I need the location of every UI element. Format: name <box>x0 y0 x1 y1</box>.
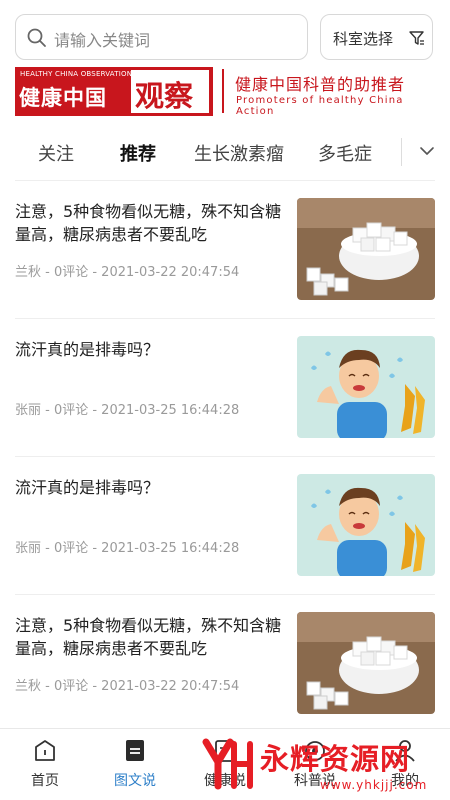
sugar-cubes-image[interactable] <box>297 612 435 714</box>
article-card[interactable]: 注意，5种食物看似无糖，殊不知含糖量高，糖尿病患者不要乱吃 兰秋 - 0评论 -… <box>0 180 450 318</box>
watermark-text: 永辉资源网 <box>260 742 411 776</box>
sugar-cubes-image[interactable] <box>297 198 435 300</box>
article-title[interactable]: 流汗真的是排毒吗？ <box>15 476 287 499</box>
top-bar: 请输入关键词 科室选择 <box>0 0 450 64</box>
article-meta: 兰秋 - 0评论 - 2021-03-22 20:47:54 <box>15 265 240 280</box>
search-placeholder: 请输入关键词 <box>54 31 151 50</box>
article-card[interactable]: 注意，5种食物看似无糖，殊不知含糖量高，糖尿病患者不要乱吃 兰秋 - 0评论 -… <box>0 594 450 732</box>
nav-home[interactable]: 首页 <box>0 729 90 800</box>
nav-articles-label: 图文说 <box>114 773 156 789</box>
logo-main-text: 健康中国 <box>19 86 107 110</box>
banner[interactable]: HEALTHY CHINA OBSERVATION 健康中国 观察 健康中国科普… <box>15 67 435 117</box>
logo-character-box: 观察 <box>131 70 209 113</box>
tab-follow[interactable]: 关注 <box>38 140 74 166</box>
logo-character: 观察 <box>135 79 194 113</box>
tab-recommended[interactable]: 推荐 <box>120 140 156 166</box>
sweating-boy-image[interactable] <box>297 336 435 438</box>
article-icon <box>126 740 144 761</box>
health-china-logo: HEALTHY CHINA OBSERVATION 健康中国 观察 <box>15 67 213 116</box>
article-meta: 张丽 - 0评论 - 2021-03-25 16:44:28 <box>15 541 240 556</box>
card-divider <box>15 594 435 595</box>
department-select-button[interactable]: 科室选择 <box>320 14 433 60</box>
banner-slogan: 健康中国科普的助推者 <box>235 75 406 94</box>
article-meta: 兰秋 - 0评论 - 2021-03-22 20:47:54 <box>15 679 240 694</box>
tabs-divider <box>401 138 402 166</box>
article-title[interactable]: 流汗真的是排毒吗？ <box>15 338 287 361</box>
search-icon <box>27 28 46 47</box>
filter-icon <box>409 31 424 45</box>
department-select-label: 科室选择 <box>333 30 394 48</box>
banner-slogan-english: Promoters of healthy China Action <box>236 95 404 117</box>
article-meta: 张丽 - 0评论 - 2021-03-25 16:44:28 <box>15 403 240 418</box>
article-card[interactable]: 流汗真的是排毒吗？ 张丽 - 0评论 - 2021-03-25 16:44:28 <box>0 318 450 456</box>
sweating-boy-image[interactable] <box>297 474 435 576</box>
watermark: 永辉资源网 www.yhkjjj.com <box>200 736 450 800</box>
category-tabs: 关注 推荐 生长激素瘤 多毛症 <box>0 128 450 174</box>
banner-divider <box>222 69 224 113</box>
watermark-logo-icon <box>202 738 253 790</box>
nav-home-label: 首页 <box>31 773 59 789</box>
card-divider <box>15 180 435 181</box>
article-title[interactable]: 注意，5种食物看似无糖，殊不知含糖量高，糖尿病患者不要乱吃 <box>15 614 287 660</box>
card-divider <box>15 318 435 319</box>
tab-growth-hormone-tumor[interactable]: 生长激素瘤 <box>194 140 284 166</box>
home-icon <box>35 740 55 761</box>
article-title[interactable]: 注意，5种食物看似无糖，殊不知含糖量高，糖尿病患者不要乱吃 <box>15 200 287 246</box>
card-divider <box>15 456 435 457</box>
watermark-url: www.yhkjjj.com <box>320 778 428 792</box>
nav-articles[interactable]: 图文说 <box>90 729 180 800</box>
chevron-down-icon[interactable] <box>418 142 436 160</box>
logo-subtitle: HEALTHY CHINA OBSERVATION <box>20 70 133 78</box>
search-input[interactable]: 请输入关键词 <box>15 14 308 60</box>
tab-hirsutism[interactable]: 多毛症 <box>318 140 372 166</box>
article-card[interactable]: 流汗真的是排毒吗？ 张丽 - 0评论 - 2021-03-25 16:44:28 <box>0 456 450 594</box>
